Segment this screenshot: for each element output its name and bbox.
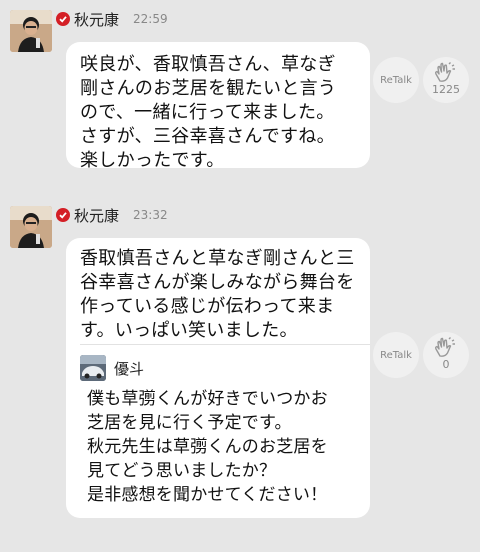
message-line: す。いっぱい笑いました。 [80,320,298,341]
author-name[interactable]: 秋元康 [74,205,119,226]
quoted-text: 僕も草彅くんが好きでいつかお 芝居を見に行く予定です。 秋元先生は草彅くんのお芝… [87,387,370,507]
post-header: 秋元康 22:59 [56,9,168,29]
message-bubble: 咲良が、香取慎吾さん、草なぎ 剛さんのお芝居を観たいと言う ので、一緒に行って来… [66,42,370,171]
clap-button[interactable]: 1225 [423,57,469,103]
message-line: 咲良が、香取慎吾さん、草なぎ [80,54,336,75]
quoted-line: 僕も草彅くんが好きでいつかお [87,389,328,409]
post-time: 22:59 [133,12,168,26]
post-header: 秋元康 23:32 [56,205,168,225]
quoted-talk[interactable]: 優斗 僕も草彅くんが好きでいつかお 芝居を見に行く予定です。 秋元先生は草彅くん… [80,344,370,515]
quoted-line: 是非感想を聞かせてください！ [87,485,328,505]
author-avatar[interactable] [10,206,52,248]
quoted-author-name: 優斗 [114,359,145,378]
check-badge-icon [56,208,70,222]
message-line: 香取慎吾さんと草なぎ剛さんと三 [80,248,355,269]
quoted-line: 芝居を見に行く予定です。 [87,413,292,433]
message-line: 谷幸喜さんが楽しみながら舞台を [80,272,355,293]
post-time: 23:32 [133,208,168,222]
message-line: 楽しかったです。 [80,150,225,171]
clap-count: 1225 [432,83,460,96]
check-badge-icon [56,12,70,26]
message-line: 作っている感じが伝わって来ま [80,296,335,317]
message-line: ので、一緒に行って来ました。 [80,102,335,123]
message-text: 咲良が、香取慎吾さん、草なぎ 剛さんのお芝居を観たいと言う ので、一緒に行って来… [66,42,370,173]
retalk-button[interactable]: ReTalk [373,332,419,378]
message-line: 剛さんのお芝居を観たいと言う [80,78,337,99]
quoted-line: 見てどう思いましたか？ [87,461,277,481]
author-avatar[interactable] [10,10,52,52]
clapping-hands-icon [434,62,455,82]
clap-button[interactable]: 0 [423,332,469,378]
quoted-header: 優斗 [80,355,370,381]
message-line: さすが、三谷幸喜さんですね。 [80,126,335,147]
clap-count: 0 [442,358,450,371]
clapping-hands-icon [434,337,455,357]
quoted-avatar [80,355,106,381]
quoted-line: 秋元先生は草彅くんのお芝居を [87,437,328,457]
message-text: 香取慎吾さんと草なぎ剛さんと三 谷幸喜さんが楽しみながら舞台を 作っている感じが… [66,238,370,343]
retalk-button[interactable]: ReTalk [373,57,419,103]
message-bubble: 香取慎吾さんと草なぎ剛さんと三 谷幸喜さんが楽しみながら舞台を 作っている感じが… [66,238,370,518]
author-name[interactable]: 秋元康 [74,9,119,30]
